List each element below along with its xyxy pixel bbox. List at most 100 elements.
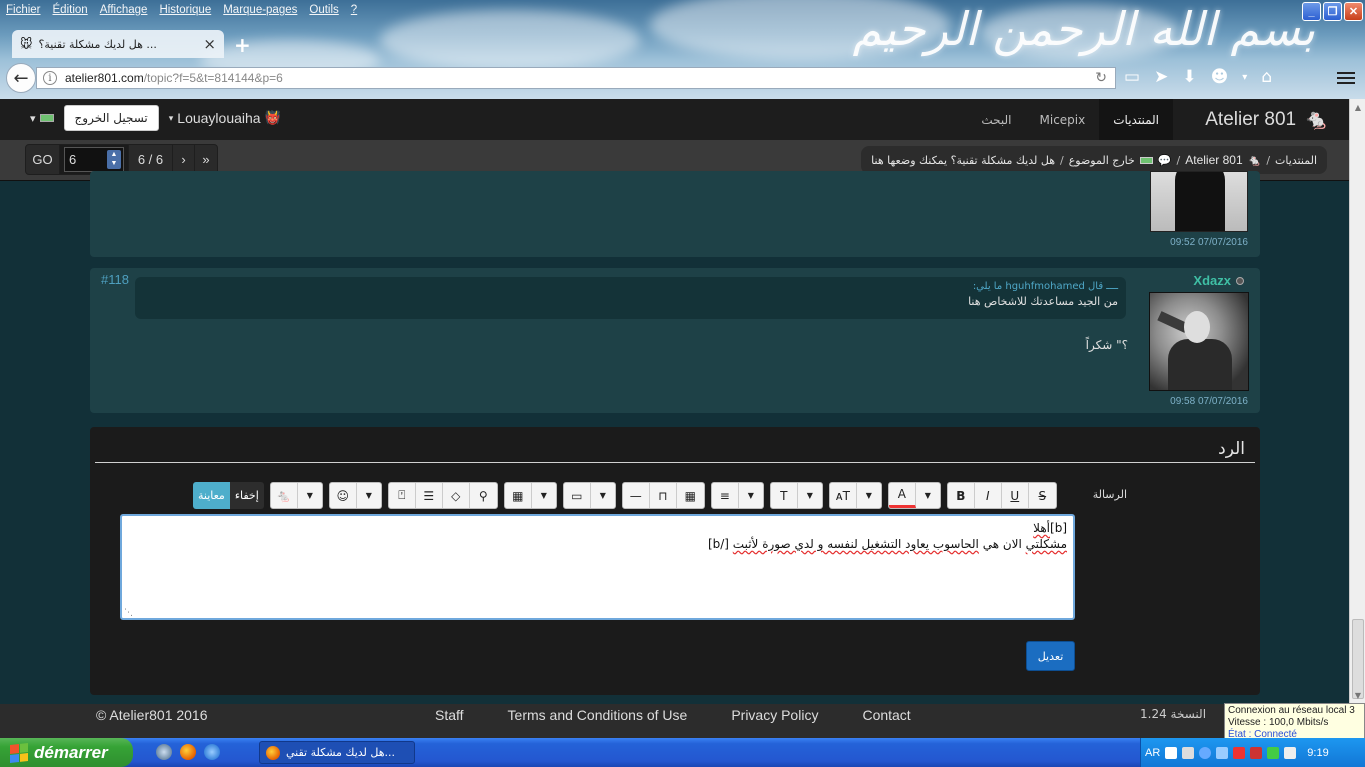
chevron-down-icon[interactable]: ▼ [798,483,822,508]
crumb-site[interactable]: Atelier 801 [1185,153,1242,167]
maximize-button[interactable]: ❐ [1323,2,1342,21]
post-number[interactable]: #118 [101,272,129,287]
browser-tab[interactable]: 🐭 هل لديك مشكلة تقنية؟ ... × [12,30,224,58]
scroll-down-icon[interactable]: ▼ [1351,689,1365,703]
nav-search[interactable]: البحث [967,99,1025,140]
help-icon[interactable] [1165,746,1178,759]
submit-button[interactable]: تعديل [1026,641,1075,671]
folder-icon[interactable]: ▭ [1124,67,1140,87]
bold-icon[interactable]: B [948,483,975,508]
page-input[interactable]: 6 ▲ ▼ [64,147,124,172]
download-icon[interactable]: ⬇ [1182,67,1196,87]
list-icon[interactable]: ☰ [416,483,443,508]
close-window-button[interactable]: ✕ [1344,2,1363,21]
send-icon[interactable]: ➤ [1154,67,1168,87]
volume-icon[interactable] [1284,746,1297,759]
taskbar-window-item[interactable]: هل لديك مشكلة تقني... [259,741,415,764]
tray-expand-icon[interactable] [1199,746,1212,759]
menu-file[interactable]: Fichier [6,4,41,16]
align-icon[interactable]: ≡ [712,483,739,508]
reload-icon[interactable]: ↻ [1095,70,1107,86]
spinner-icon[interactable]: ▲ ▼ [107,150,121,169]
crumb-topic[interactable]: هل لديك مشكلة تقنية؟ يمكنك وضعها هنا [871,154,1055,167]
toolbar-icons: ▭ ➤ ⬇ ☻ ▾ ⌂ [1124,67,1272,87]
network-icon[interactable] [1216,746,1229,759]
logout-button[interactable]: تسجيل الخروج [63,105,159,131]
scroll-thumb[interactable] [1352,619,1364,699]
scroll-up-icon[interactable]: ▲ [1351,101,1365,115]
close-tab-icon[interactable]: × [203,35,216,53]
menu-help[interactable]: ? [351,4,357,16]
last-page-button[interactable]: » [195,145,217,174]
next-page-button[interactable]: › [173,145,195,174]
nav-forums[interactable]: المنتديات [1099,99,1173,140]
menu-history[interactable]: Historique [159,4,211,16]
quote-icon[interactable]: ◇ [443,483,470,508]
go-button[interactable]: GO [26,145,60,174]
code-icon[interactable]: ⚲ [470,483,497,508]
browser-icon[interactable] [156,744,172,760]
chevron-down-icon[interactable]: ▼ [739,483,763,508]
home-icon[interactable]: ⌂ [1261,67,1272,87]
post-author[interactable]: Xdazx [1193,273,1244,288]
info-icon[interactable]: i [43,71,57,85]
language-indicator[interactable]: AR [1145,747,1160,759]
video-icon[interactable]: ▦ [505,483,532,508]
antivirus-icon[interactable] [1233,746,1246,759]
crumb-forums[interactable]: المنتديات [1275,154,1317,167]
footer-link-contact[interactable]: Contact [862,707,910,723]
url-bar[interactable]: i atelier801.com/topic?f=5&t=814144&p=6 … [36,67,1116,89]
emoji-icon[interactable]: ☺ [330,483,357,508]
chevron-down-icon[interactable]: ▼ [357,483,381,508]
footer-link-staff[interactable]: Staff [435,707,464,723]
firefox-icon[interactable] [180,744,196,760]
table-icon[interactable]: ▦ [677,483,704,508]
menu-bar: Fichier Édition Affichage Historique Mar… [0,0,357,20]
chevron-down-icon[interactable]: ▼ [857,483,881,508]
theme-calligraphy: بسم الله الرحمن الرحيم [852,2,1315,56]
new-tab-button[interactable]: + [234,33,251,57]
italic-icon[interactable]: I [975,483,1002,508]
message-editor[interactable]: [b]أهلا مشكلتي الان هي الحاسوب يعاود الت… [120,514,1075,620]
color-icon[interactable]: A [888,483,916,508]
chevron-down-icon[interactable]: ▾ [1242,72,1247,83]
page-scrollbar[interactable]: ▲ ▼ [1349,99,1365,705]
spoiler-icon[interactable]: ⊓ [650,483,677,508]
user-menu[interactable]: ▾ Louaylouaiha 👹 [169,110,281,126]
chevron-down-icon[interactable]: ▼ [916,483,940,508]
hamburger-menu-icon[interactable] [1337,69,1355,87]
update-icon[interactable] [1267,746,1280,759]
back-button[interactable]: ← [6,63,36,93]
language-selector[interactable]: ▾ [30,112,54,125]
chevron-down-icon[interactable]: ▼ [591,483,615,508]
start-button[interactable]: démarrer [0,738,133,767]
menu-view[interactable]: Affichage [100,4,148,16]
font-icon[interactable]: T [771,483,798,508]
ie-icon[interactable] [204,744,220,760]
footer-link-terms[interactable]: Terms and Conditions of Use [508,707,688,723]
hide-button[interactable]: إخفاء [229,482,264,509]
shield-icon[interactable] [1250,746,1263,759]
avatar [1149,292,1249,391]
menu-tools[interactable]: Outils [309,4,338,16]
nav-micepix[interactable]: Micepix [1026,99,1100,140]
resize-grip-icon[interactable]: ⋰ [124,608,133,618]
strike-icon[interactable]: S [1029,483,1056,508]
chevron-down-icon[interactable]: ▼ [532,483,556,508]
menu-edit[interactable]: Édition [53,4,88,16]
mouse-icon[interactable]: 🐁 [271,483,298,508]
image-icon[interactable]: ▭ [564,483,591,508]
font-size-icon[interactable]: ᴀT [830,483,857,508]
site-brand[interactable]: Atelier 801 🐁 [1205,107,1329,132]
minimize-button[interactable]: _ [1302,2,1321,21]
preview-button[interactable]: معاينة [193,482,230,509]
underline-icon[interactable]: U [1002,483,1029,508]
blockquote-icon[interactable]: ⍞ [389,483,416,508]
chevron-down-icon[interactable]: ▼ [298,483,322,508]
hr-icon[interactable]: — [623,483,650,508]
addon-icon[interactable]: ☻ [1211,67,1229,87]
menu-bookmarks[interactable]: Marque-pages [223,4,297,16]
crumb-section[interactable]: خارج الموضوع [1069,154,1135,167]
footer-link-privacy[interactable]: Privacy Policy [731,707,818,723]
keyboard-icon[interactable] [1182,746,1195,759]
